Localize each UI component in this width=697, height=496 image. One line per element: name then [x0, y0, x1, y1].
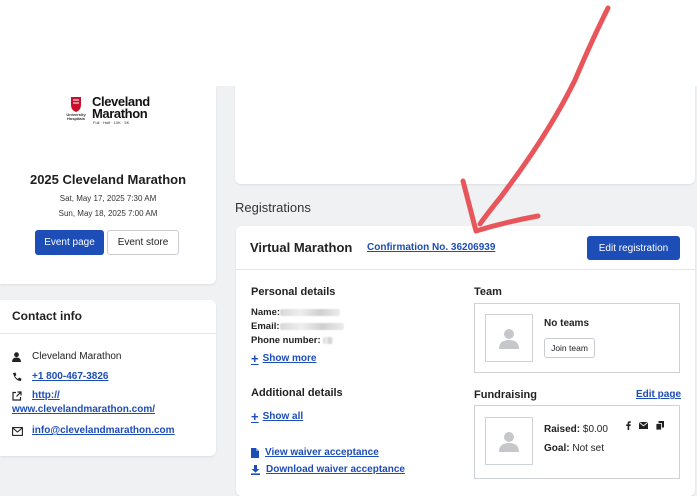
view-waiver-label: View waiver acceptance: [265, 447, 379, 458]
phone-field: Phone number:: [251, 335, 334, 346]
show-more-link[interactable]: + Show more: [251, 350, 317, 366]
download-waiver-label: Download waiver acceptance: [266, 464, 405, 475]
name-label: Name:: [251, 307, 281, 318]
brand-name: Cleveland Marathon: [92, 95, 150, 121]
contact-email-row: info@clevelandmarathon.com: [12, 425, 175, 437]
contact-phone-row: +1 800-467-3826: [12, 371, 108, 383]
email-label: Email:: [251, 321, 280, 332]
name-field: Name:: [251, 307, 341, 318]
phone-icon: [12, 371, 32, 383]
envelope-icon: [12, 425, 32, 437]
brand-line-2: Marathon: [92, 106, 148, 121]
goal-row: Goal: Not set: [544, 443, 604, 454]
email-field: Email:: [251, 321, 344, 332]
contact-website-line1[interactable]: http://: [32, 390, 60, 401]
show-more-label: Show more: [262, 353, 317, 364]
cleveland-marathon-logo[interactable]: University Hospitals Cleveland Marathon …: [64, 95, 156, 126]
team-title: Team: [474, 286, 502, 298]
join-team-button[interactable]: Join team: [544, 338, 595, 358]
share-icons: [626, 421, 664, 430]
avatar-placeholder-icon: [499, 432, 519, 452]
download-waiver-link[interactable]: Download waiver acceptance: [251, 464, 405, 475]
brand-tagline: Full · Half · 10K · 5K: [93, 120, 130, 125]
fundraising-title: Fundraising: [474, 389, 537, 401]
plus-icon: +: [251, 350, 259, 366]
event-title: 2025 Cleveland Marathon: [29, 172, 187, 187]
person-icon: [12, 351, 32, 363]
redacted-value: [280, 308, 341, 316]
event-page-button[interactable]: Event page: [35, 230, 104, 255]
plus-icon: +: [251, 408, 259, 424]
event-date-1: Sat, May 17, 2025 7:30 AM: [59, 194, 157, 203]
avatar-placeholder-icon: [499, 329, 519, 349]
document-icon: [251, 447, 259, 458]
facebook-icon[interactable]: [626, 421, 631, 430]
personal-details-title: Personal details: [251, 286, 336, 298]
contact-website-link[interactable]: www.clevelandmarathon.com/: [12, 404, 155, 415]
phone-label: Phone number:: [251, 335, 321, 346]
edit-page-link[interactable]: Edit page: [636, 389, 681, 400]
show-all-link[interactable]: + Show all: [251, 408, 304, 424]
raised-label: Raised:: [544, 424, 581, 435]
contact-title: Contact info: [12, 309, 82, 323]
divider: [0, 333, 216, 334]
sponsor-label: University Hospitals: [66, 112, 86, 121]
additional-details-title: Additional details: [251, 387, 343, 399]
redacted-value: [279, 322, 344, 330]
raised-value: $0.00: [582, 424, 608, 435]
crest-icon: [71, 97, 81, 112]
show-all-label: Show all: [262, 411, 304, 422]
copy-icon[interactable]: [656, 421, 664, 430]
registrations-heading: Registrations: [235, 200, 311, 215]
view-waiver-link[interactable]: View waiver acceptance: [251, 447, 379, 458]
team-status: No teams: [544, 318, 590, 329]
race-name: Virtual Marathon: [250, 240, 353, 255]
contact-name-row: Cleveland Marathon: [12, 351, 122, 363]
goal-label: Goal:: [544, 443, 570, 454]
raised-row: Raised: $0.00: [544, 424, 608, 435]
event-date-2: Sun, May 18, 2025 7:00 AM: [58, 209, 158, 218]
redacted-value: [323, 336, 334, 344]
edit-registration-button[interactable]: Edit registration: [587, 236, 680, 260]
download-icon: [251, 464, 260, 475]
event-store-button[interactable]: Event store: [107, 230, 179, 255]
divider: [236, 269, 695, 270]
details-card: [235, 86, 695, 184]
email-share-icon[interactable]: [639, 422, 648, 429]
confirmation-link[interactable]: Confirmation No. 36206939: [367, 242, 495, 253]
goal-value: Not set: [572, 443, 605, 454]
fundraising-avatar: [485, 417, 533, 465]
contact-website-row: http://: [12, 390, 60, 402]
contact-website-row-2: www.clevelandmarathon.com/: [12, 404, 155, 415]
external-link-icon: [12, 390, 32, 402]
contact-name: Cleveland Marathon: [32, 351, 122, 362]
team-avatar: [485, 314, 533, 362]
contact-email-link[interactable]: info@clevelandmarathon.com: [32, 425, 175, 436]
contact-phone-link[interactable]: +1 800-467-3826: [32, 371, 108, 382]
